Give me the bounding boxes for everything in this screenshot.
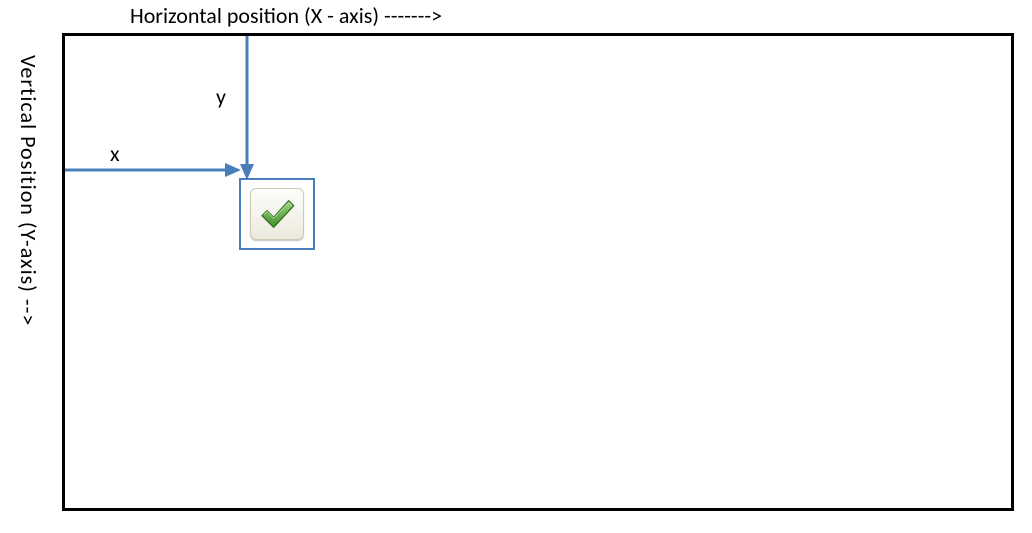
screen-region <box>62 33 1014 511</box>
y-axis-title: Vertical Position (Y-axis) --> <box>15 55 42 326</box>
positioned-widget <box>239 178 315 250</box>
check-button[interactable] <box>250 188 304 240</box>
x-axis-title: Horizontal position (X - axis) -------> <box>130 2 442 29</box>
coordinate-diagram: Horizontal position (X - axis) -------> … <box>0 0 1032 533</box>
x-dimension-label: x <box>110 140 120 167</box>
y-dimension-label: y <box>216 83 226 110</box>
check-icon <box>257 194 297 234</box>
